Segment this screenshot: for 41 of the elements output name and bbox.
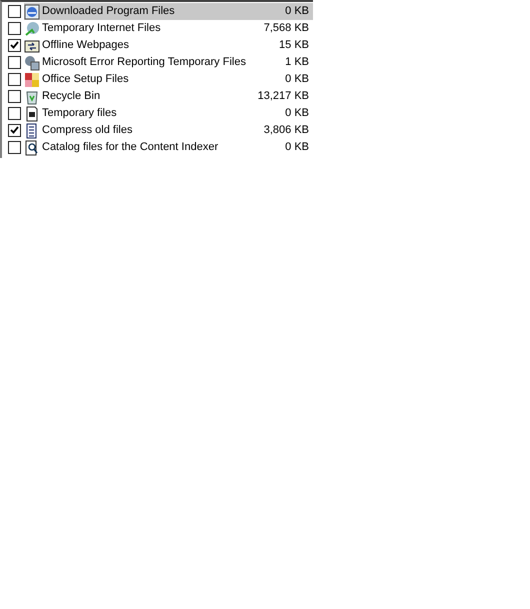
search-icon xyxy=(24,140,40,156)
document-icon xyxy=(24,106,40,122)
item-label: Catalog files for the Content Indexer xyxy=(42,140,218,156)
checkbox[interactable] xyxy=(8,73,21,86)
item-size: 0 KB xyxy=(285,72,309,88)
checkbox[interactable] xyxy=(8,22,21,35)
item-label: Microsoft Error Reporting Temporary Files xyxy=(42,55,246,70)
item-label: Offline Webpages xyxy=(42,38,130,54)
item-size: 15 KB xyxy=(279,38,309,54)
checkbox[interactable] xyxy=(8,107,21,120)
checkbox[interactable] xyxy=(8,56,21,69)
item-label: Compress old files xyxy=(42,123,132,138)
item-label: Office Setup Files xyxy=(42,72,129,88)
checkbox[interactable] xyxy=(8,90,21,103)
package-icon xyxy=(24,72,40,88)
item-size: 3,806 KB xyxy=(264,123,309,138)
checkbox[interactable] xyxy=(8,5,21,18)
list-item[interactable]: Office Setup Files 0 KB xyxy=(24,71,313,88)
list-item[interactable]: Catalog files for the Content Indexer 0 KB xyxy=(24,139,313,156)
list-item[interactable]: Temporary Internet Files 7,568 KB xyxy=(24,20,313,37)
item-size: 0 KB xyxy=(285,4,309,20)
checkbox[interactable] xyxy=(8,124,21,137)
item-size: 13,217 KB xyxy=(258,89,309,104)
list-item[interactable]: Offline Webpages 15 KB xyxy=(24,37,313,54)
checkbox[interactable] xyxy=(8,141,21,154)
list-item[interactable]: Downloaded Program Files 0 KB xyxy=(24,3,313,20)
item-label: Recycle Bin xyxy=(42,89,100,104)
checkbox[interactable] xyxy=(8,39,21,52)
item-label: Temporary Internet Files xyxy=(42,21,161,36)
item-size: 0 KB xyxy=(285,106,309,122)
item-size: 1 KB xyxy=(285,55,309,70)
list-item[interactable]: Temporary files 0 KB xyxy=(24,105,313,122)
item-size: 7,568 KB xyxy=(264,21,309,36)
recycle-bin-icon xyxy=(24,88,40,104)
item-label: Temporary files xyxy=(42,106,117,122)
item-label: Downloaded Program Files xyxy=(42,4,175,20)
list-item[interactable]: Recycle Bin 13,217 KB xyxy=(24,88,313,105)
list-item[interactable]: Compress old files 3,806 KB xyxy=(24,122,313,139)
list-item[interactable]: Microsoft Error Reporting Temporary Files 1 KB xyxy=(24,54,313,71)
item-size: 0 KB xyxy=(285,140,309,156)
sync-folder-icon xyxy=(24,38,40,54)
